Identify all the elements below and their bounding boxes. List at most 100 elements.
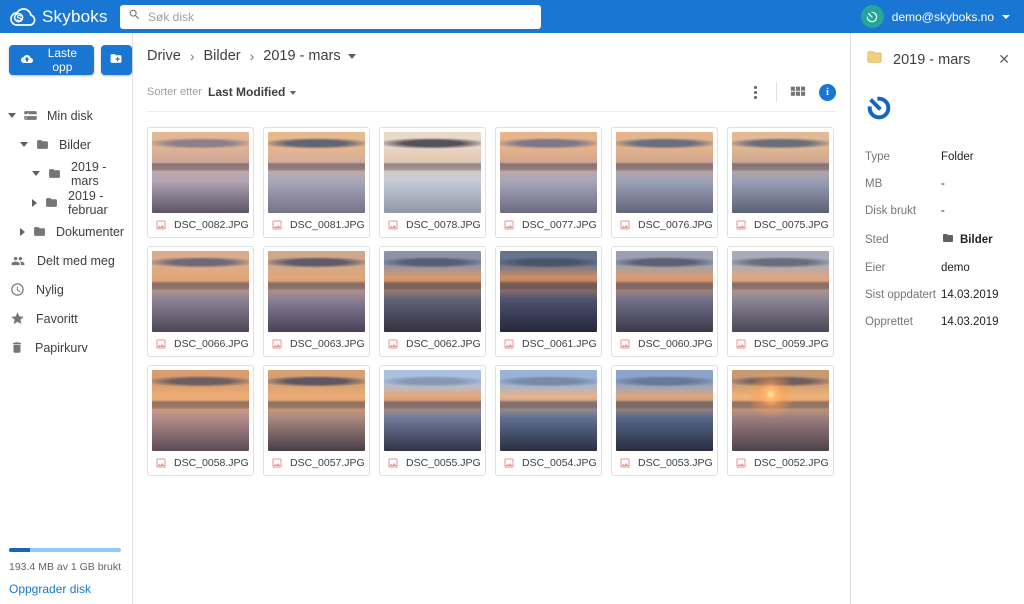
search-input[interactable] [148,10,533,24]
file-thumbnail [732,370,829,451]
image-file-icon [503,219,515,231]
caret-down-icon[interactable] [32,171,40,176]
caret-right-icon[interactable] [20,228,25,236]
image-file-icon [271,219,283,231]
file-card[interactable]: DSC_0077.JPG [495,127,602,238]
file-card[interactable]: DSC_0081.JPG [263,127,370,238]
image-file-icon [735,457,747,469]
caret-down-icon [290,91,296,95]
sidebar-item-label: Delt med meg [37,254,115,268]
file-name: DSC_0052.JPG [754,457,829,469]
sidebar-item-delt-med-meg[interactable]: Delt med meg [0,246,132,275]
folder-icon [35,138,50,151]
storage-progress-fill [9,548,30,552]
file-card[interactable]: DSC_0052.JPG [727,365,834,476]
file-card[interactable]: DSC_0061.JPG [495,246,602,357]
upload-button-label: Laste opp [41,46,84,74]
location-value[interactable]: Bilder [960,234,993,246]
account-email: demo@skyboks.no [892,10,994,24]
breadcrumb-drive[interactable]: Drive [147,48,181,64]
star-icon [10,311,25,326]
breadcrumb: Drive › Bilder › 2019 - mars [147,48,836,64]
toolbar-divider [776,82,777,102]
breadcrumb-current[interactable]: 2019 - mars [263,48,340,64]
chevron-right-icon: › [250,48,255,64]
file-card[interactable]: DSC_0066.JPG [147,246,254,357]
new-folder-button[interactable] [101,45,132,75]
sidebar-item-bilder[interactable]: Bilder [0,130,132,159]
image-file-icon [387,338,399,350]
sidebar-item-papirkurv[interactable]: Papirkurv [0,333,132,362]
file-card[interactable]: DSC_0055.JPG [379,365,486,476]
caret-down-icon[interactable] [8,113,16,118]
file-card[interactable]: DSC_0063.JPG [263,246,370,357]
cloud-logo-icon: S [10,7,36,26]
folder-tree: Min disk Bilder 2019 - mars [0,101,132,362]
file-card[interactable]: DSC_0058.JPG [147,365,254,476]
image-file-icon [619,457,631,469]
image-file-icon [155,338,167,350]
upgrade-disk-link[interactable]: Oppgrader disk [9,582,124,596]
file-card[interactable]: DSC_0075.JPG [727,127,834,238]
image-file-icon [387,457,399,469]
close-icon[interactable]: ✕ [996,49,1012,70]
file-card[interactable]: DSC_0060.JPG [611,246,718,357]
grid-view-icon[interactable] [790,84,806,100]
file-name: DSC_0078.JPG [406,219,481,231]
image-file-icon [387,219,399,231]
breadcrumb-bilder[interactable]: Bilder [204,48,241,64]
detail-row-sist-oppdatert: Sist oppdatert 14.03.2019 [865,289,1012,301]
sidebar-item-nylig[interactable]: Nylig [0,275,132,304]
caret-down-icon[interactable] [20,142,28,147]
sidebar-item-favoritt[interactable]: Favoritt [0,304,132,333]
file-card[interactable]: DSC_0076.JPG [611,127,718,238]
top-bar: S Skyboks demo@skyboks.no [0,0,1024,33]
file-card[interactable]: DSC_0053.JPG [611,365,718,476]
file-card[interactable]: DSC_0082.JPG [147,127,254,238]
file-name: DSC_0063.JPG [290,338,365,350]
detail-row-disk-brukt: Disk brukt - [865,205,1012,217]
chevron-down-icon [1002,15,1010,19]
people-icon [10,254,26,268]
sidebar-item-2019-februar[interactable]: 2019 - februar [0,188,132,217]
file-card[interactable]: DSC_0054.JPG [495,365,602,476]
detail-row-sted: Sted Bilder [865,232,1012,247]
file-name: DSC_0053.JPG [638,457,713,469]
app-logo[interactable]: S Skyboks [0,7,120,27]
account-menu[interactable]: demo@skyboks.no [861,5,1024,28]
sidebar-item-dokumenter[interactable]: Dokumenter [0,217,132,246]
detail-row-type: Type Folder [865,151,1012,163]
image-file-icon [735,219,747,231]
file-thumbnail [500,132,597,213]
file-card[interactable]: DSC_0059.JPG [727,246,834,357]
sidebar-item-label: Dokumenter [56,225,124,239]
image-file-icon [735,338,747,350]
image-file-icon [155,219,167,231]
image-file-icon [619,219,631,231]
file-card[interactable]: DSC_0057.JPG [263,365,370,476]
file-name: DSC_0062.JPG [406,338,481,350]
info-icon[interactable]: i [819,84,836,101]
file-thumbnail [384,251,481,332]
cloud-upload-icon [19,53,35,68]
search-icon [128,8,141,26]
caret-down-icon[interactable] [348,54,356,59]
file-name: DSC_0077.JPG [522,219,597,231]
search-box[interactable] [120,5,541,29]
caret-right-icon[interactable] [32,199,37,207]
folder-icon [47,167,62,180]
file-card[interactable]: DSC_0078.JPG [379,127,486,238]
sidebar-item-label: 2019 - februar [68,189,132,217]
upload-button[interactable]: Laste opp [9,45,94,75]
sidebar: Laste opp Min disk Bilder [0,33,133,604]
sidebar-item-min-disk[interactable]: Min disk [0,101,132,130]
file-card[interactable]: DSC_0062.JPG [379,246,486,357]
file-thumbnail [500,370,597,451]
file-name: DSC_0082.JPG [174,219,249,231]
sidebar-item-label: Min disk [47,109,93,123]
more-options-icon[interactable] [748,84,763,101]
sort-selector[interactable]: Last Modified [208,85,296,99]
sidebar-item-2019-mars[interactable]: 2019 - mars [0,159,132,188]
file-thumbnail [616,132,713,213]
file-name: DSC_0066.JPG [174,338,249,350]
